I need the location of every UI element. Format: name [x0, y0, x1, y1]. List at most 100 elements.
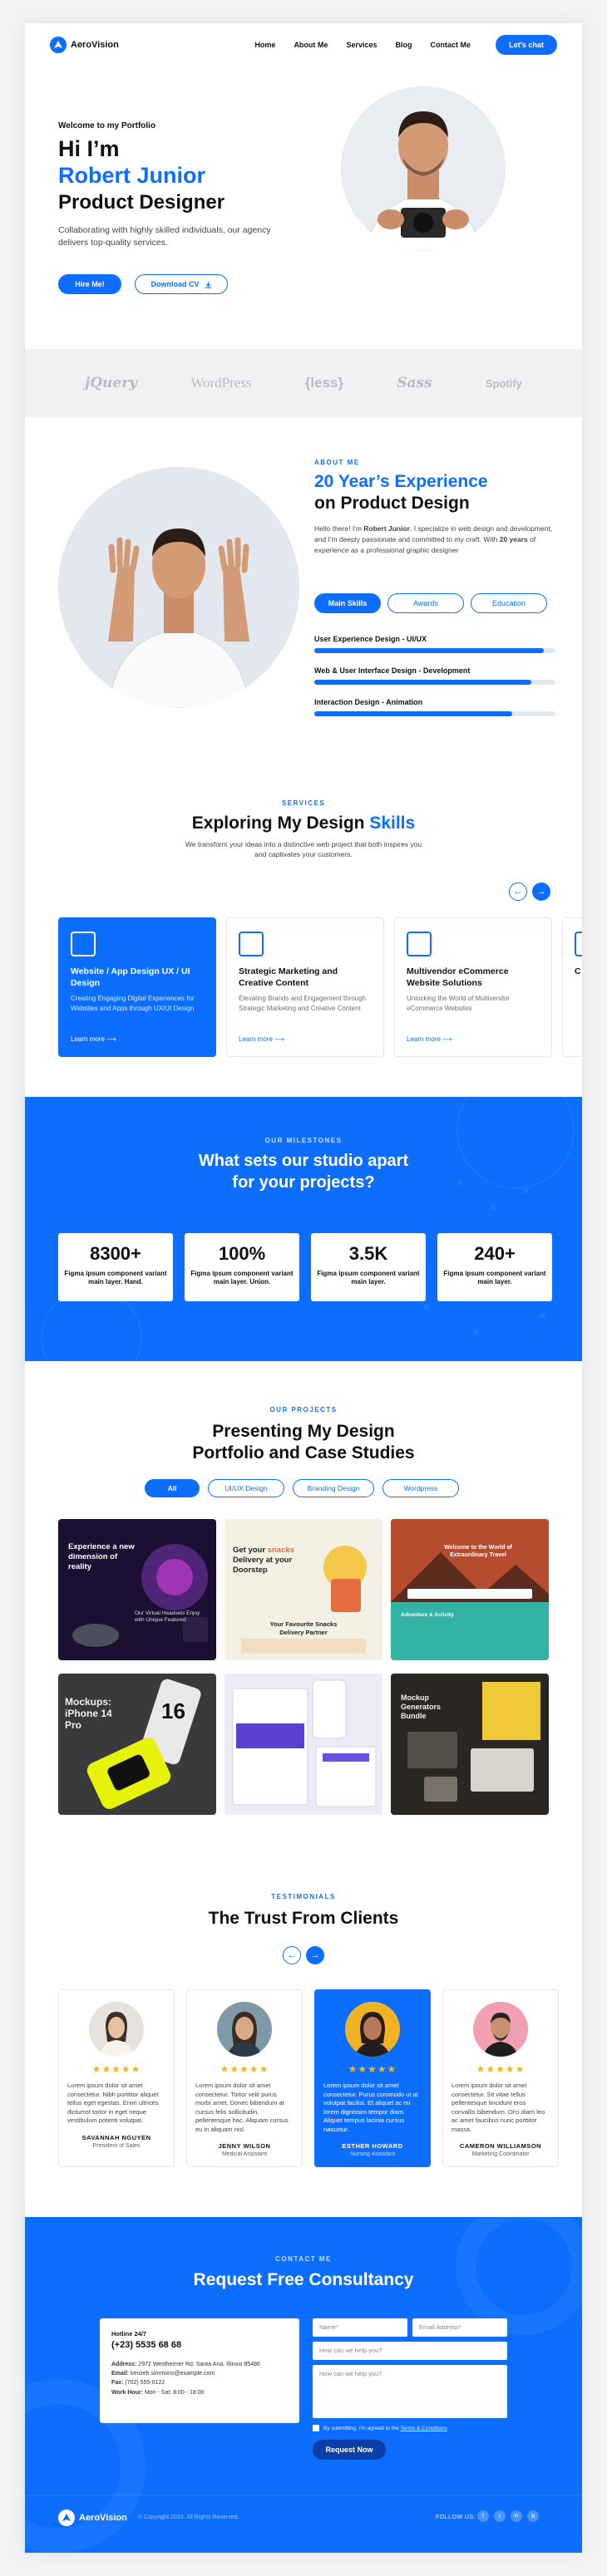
- testimonials-eyebrow: TESTIMONIALS: [271, 1893, 336, 1900]
- stat-number: 240+: [474, 1243, 516, 1264]
- fax-label: Fax:: [111, 2380, 124, 2387]
- download-cv-button[interactable]: Download CV: [135, 274, 228, 294]
- spotify-logo: Spotify: [485, 376, 522, 390]
- rating-stars: ★★★★★: [476, 2063, 526, 2075]
- project-travel[interactable]: Welcome to the World of Extraordinary Tr…: [391, 1519, 549, 1660]
- project-purple-dashboard[interactable]: [225, 1674, 382, 1815]
- wordpress-logo: WordPress: [190, 375, 252, 391]
- about-title-dark: on Product Design: [314, 494, 470, 513]
- hotline-number[interactable]: (+23) 5535 68 68: [111, 2340, 288, 2350]
- services-title: Exploring My Design Skills: [25, 813, 582, 833]
- stat-caption: Figma ipsum component variant main layer…: [317, 1270, 420, 1286]
- about-portrait-image: [58, 467, 299, 708]
- avatar: [89, 2002, 144, 2057]
- terms-row: By submitting, i'm agreed to the Terms &…: [313, 2425, 447, 2431]
- project-vr-headset[interactable]: Experience a new dimension of reality Ou…: [58, 1519, 216, 1660]
- hire-me-button[interactable]: Hire Me!: [58, 274, 121, 294]
- testimonial-quote: Lorem ipsum dolor sit amet consectetur. …: [67, 2082, 159, 2124]
- filter-uiux[interactable]: UI/UX Design: [208, 1479, 284, 1497]
- tab-education[interactable]: Education: [471, 593, 547, 613]
- jquery-logo: jQuery: [85, 375, 138, 391]
- download-cv-label: Download CV: [151, 280, 200, 288]
- nav-about[interactable]: About Me: [294, 41, 328, 49]
- email-field[interactable]: Email Address*: [412, 2318, 507, 2337]
- milestones-title-line2: for your projects?: [232, 1173, 375, 1192]
- tab-main-skills[interactable]: Main Skills: [314, 593, 381, 613]
- terms-checkbox[interactable]: [313, 2425, 319, 2431]
- terms-link[interactable]: Terms & Conditions: [401, 2426, 447, 2431]
- contact-section: CONTACT ME Request Free Consultancy Hotl…: [25, 2217, 582, 2553]
- skill-bar-fill: [314, 648, 544, 653]
- arrow-left-icon: ←: [513, 887, 523, 897]
- arrow-right-icon: ⟶: [274, 1035, 284, 1043]
- portfolio-page: AeroVision Home About Me Services Blog C…: [25, 23, 582, 2553]
- vr-artwork: [72, 1544, 208, 1647]
- testimonial-name: SAVANNAH NGUYEN: [81, 2133, 151, 2141]
- hotline-label: Hotline 24/7: [111, 2330, 147, 2338]
- learn-more-link[interactable]: Learn more ⟶: [407, 1035, 452, 1043]
- testimonials-prev-button[interactable]: ←: [283, 1946, 301, 1964]
- service-card-partial[interactable]: C: [562, 917, 582, 1057]
- testimonial-role: Marketing Coordinator: [471, 2151, 530, 2157]
- project-title: Mockup Generators Bundle: [401, 1694, 442, 1720]
- name-field[interactable]: Name*: [313, 2318, 407, 2337]
- service-card[interactable]: Strategic Marketing and Creative Content…: [226, 917, 384, 1057]
- hero-greeting: Hi I’m: [58, 136, 120, 161]
- filter-branding[interactable]: Branding Design: [293, 1479, 374, 1497]
- nav-home[interactable]: Home: [254, 41, 275, 49]
- project-title-part: Delivery at your Doorstep: [233, 1555, 293, 1575]
- service-card[interactable]: Multivendor eCommerce Website Solutions …: [394, 917, 552, 1057]
- services-prev-button[interactable]: ←: [509, 882, 527, 901]
- testimonial-name: ESTHER HOWARD: [342, 2142, 403, 2150]
- contact-details: Address: 2972 Westheimer Rd. Santa Ana, …: [111, 2360, 288, 2397]
- service-description: Creating Engaging Digital Experiences fo…: [71, 995, 195, 1012]
- email-value[interactable]: kenzeh.simmons@example.com: [131, 2371, 215, 2377]
- stat-number: 100%: [218, 1243, 266, 1264]
- avatar: [473, 2002, 528, 2057]
- marketing-icon: [239, 932, 264, 956]
- skill-bar-fill: [314, 680, 531, 685]
- filter-all[interactable]: All: [145, 1479, 200, 1497]
- nav-services[interactable]: Services: [346, 41, 377, 49]
- project-number: 16: [161, 1698, 185, 1723]
- services-title-dark: Exploring My Design: [191, 814, 365, 833]
- testimonials-next-button[interactable]: →: [306, 1946, 324, 1964]
- about-desc-name: Robert Junior: [363, 524, 410, 533]
- facebook-icon[interactable]: f: [477, 2510, 489, 2522]
- filter-wordpress[interactable]: Wordpress: [382, 1479, 459, 1497]
- nav-contact[interactable]: Contact Me: [430, 41, 471, 49]
- social-links: f t in ig: [477, 2510, 539, 2522]
- subject-field[interactable]: How can we help you?: [313, 2342, 507, 2360]
- linkedin-icon[interactable]: in: [511, 2510, 522, 2522]
- services-next-button[interactable]: →: [532, 882, 550, 901]
- service-card[interactable]: Website / App Design UX / UI Design Crea…: [58, 917, 216, 1057]
- about-description: Hello there! I'm Robert Junior, I specia…: [314, 524, 555, 555]
- dashboard-artwork: [232, 1679, 377, 1807]
- fax-line: Fax: (702) 555-0122: [111, 2378, 288, 2387]
- service-title: Website / App Design UX / UI Design: [71, 966, 190, 988]
- twitter-icon[interactable]: t: [494, 2510, 506, 2522]
- service-description: Elevating Brands and Engagement through …: [239, 995, 366, 1012]
- logo[interactable]: AeroVision: [50, 37, 119, 53]
- nav-blog[interactable]: Blog: [395, 41, 412, 49]
- project-snacks-delivery[interactable]: Get your snacks Delivery at your Doorste…: [225, 1519, 382, 1660]
- testimonial-name: JENNY WILSON: [218, 2142, 271, 2150]
- learn-more-link[interactable]: Learn more ⟶: [239, 1035, 284, 1043]
- instagram-icon[interactable]: ig: [527, 2510, 539, 2522]
- testimonial-name: CAMERON WILLIAMSON: [459, 2142, 542, 2150]
- learn-more-link[interactable]: Learn more ⟶: [71, 1035, 116, 1043]
- request-now-button[interactable]: Request Now: [313, 2440, 386, 2460]
- hero-portrait-image: [341, 86, 506, 251]
- contact-info-card: Hotline 24/7 (+23) 5535 68 68 Address: 2…: [100, 2318, 299, 2423]
- learn-more-label: Learn more: [407, 1035, 441, 1043]
- skill-label: Web & User Interface Design - Developmen…: [314, 666, 471, 675]
- stat-card: 100% Figma ipsum component variant main …: [185, 1233, 299, 1301]
- footer-logo[interactable]: AeroVision: [58, 2510, 127, 2526]
- project-mockup-generators[interactable]: Mockup Generators Bundle: [391, 1674, 549, 1815]
- message-field[interactable]: How can we help you?: [313, 2365, 507, 2418]
- tab-awards[interactable]: Awards: [387, 593, 464, 613]
- testimonial-role: Nursing Assistant: [349, 2151, 396, 2157]
- arrow-right-icon: ⟶: [442, 1035, 452, 1043]
- lets-chat-button[interactable]: Let's chat: [496, 35, 557, 55]
- project-iphone-mockup[interactable]: Mockups: iPhone 14 Pro 16: [58, 1674, 216, 1815]
